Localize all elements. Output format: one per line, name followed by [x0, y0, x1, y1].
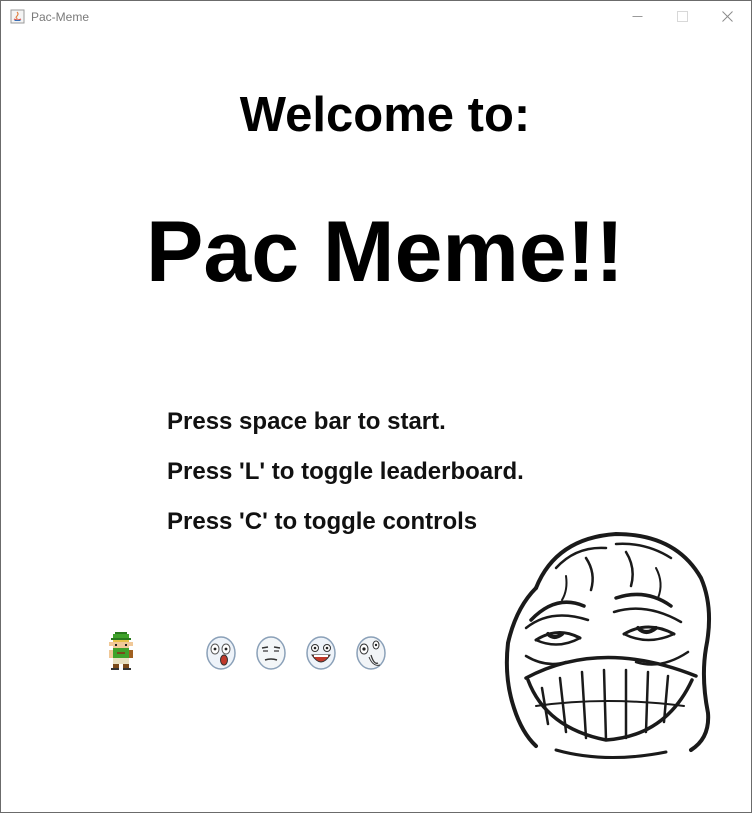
link-character-icon	[109, 632, 133, 670]
close-icon	[722, 11, 733, 22]
maximize-button[interactable]	[660, 1, 705, 32]
controls-instruction: Press 'C' to toggle controls	[167, 508, 478, 535]
leaderboard-instruction: Press 'L' to toggle leaderboard.	[167, 458, 524, 485]
minimize-icon	[632, 16, 643, 17]
meh-meme-face-icon	[256, 636, 286, 670]
happy-meme-face-icon	[306, 636, 336, 670]
start-instruction: Press space bar to start.	[167, 408, 446, 435]
minimize-button[interactable]	[615, 1, 660, 32]
java-app-icon	[10, 9, 25, 24]
pleased-rage-face	[504, 532, 711, 760]
game-title: Pac Meme!!	[146, 204, 624, 300]
game-window: Pac-Meme Welcome to: Pac Meme!! Press sp…	[0, 0, 752, 813]
game-canvas[interactable]: Welcome to: Pac Meme!! Press space bar t…	[1, 32, 751, 812]
window-title: Pac-Meme	[31, 10, 90, 24]
surprised-meme-face-icon	[206, 636, 236, 670]
title-bar[interactable]: Pac-Meme	[1, 1, 751, 32]
close-button[interactable]	[705, 1, 750, 32]
maximize-icon	[677, 11, 688, 22]
scared-meme-face-icon	[356, 636, 386, 670]
welcome-heading: Welcome to:	[239, 88, 531, 142]
